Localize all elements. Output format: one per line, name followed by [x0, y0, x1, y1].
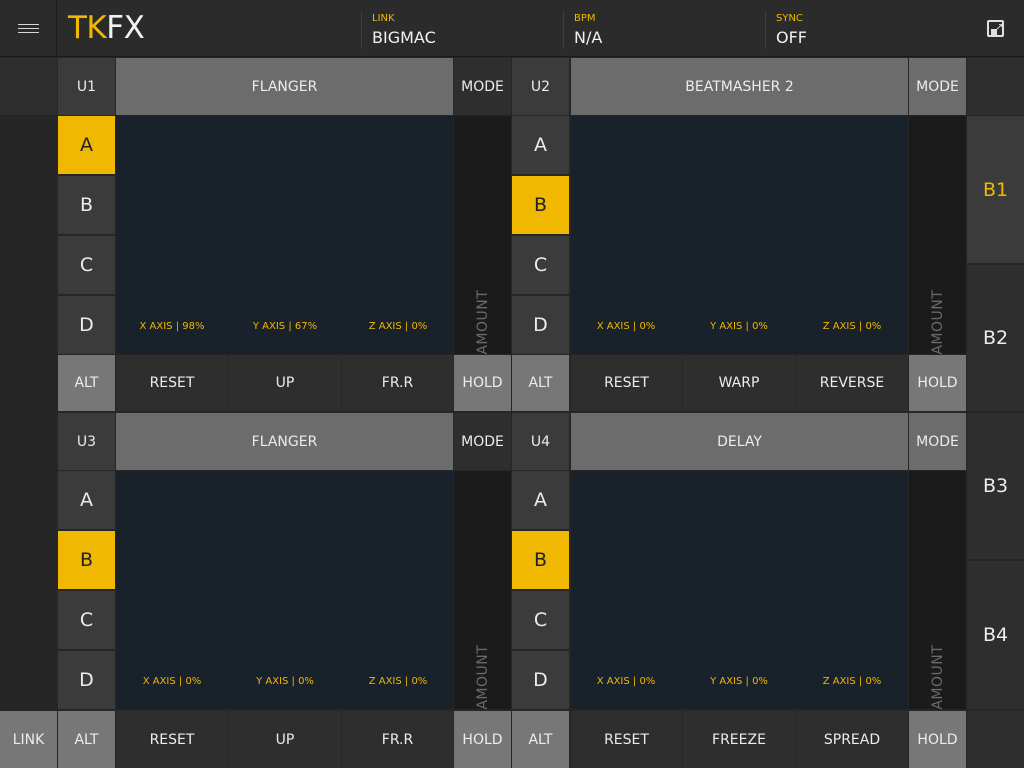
effect-name-button[interactable]: BEATMASHER 2	[571, 58, 908, 115]
slot-b-button[interactable]: B	[58, 176, 115, 234]
menu-button[interactable]	[0, 0, 57, 57]
button-3[interactable]: SPREAD	[796, 711, 908, 768]
button-2[interactable]: UP	[229, 355, 341, 411]
x-axis-readout: X AXIS | 0%	[596, 676, 656, 687]
link-button[interactable]: LINK	[0, 711, 57, 768]
bank-b1-button[interactable]: B1	[967, 116, 1024, 263]
bank-b3-button[interactable]: B3	[967, 413, 1024, 559]
sync-status: SYNC OFF	[765, 11, 965, 49]
mode-button[interactable]: MODE	[454, 58, 511, 115]
slot-b-button[interactable]: B	[512, 176, 569, 234]
hold-button[interactable]: HOLD	[454, 355, 511, 411]
fullscreen-icon: ↗	[987, 20, 1004, 37]
alt-button[interactable]: ALT	[58, 355, 115, 411]
slot-d-button[interactable]: D	[58, 651, 115, 709]
reset-button[interactable]: RESET	[571, 355, 682, 411]
button-2[interactable]: UP	[229, 711, 341, 768]
button-2[interactable]: FREEZE	[683, 711, 795, 768]
mode-button[interactable]: MODE	[909, 58, 966, 115]
button-3[interactable]: REVERSE	[796, 355, 908, 411]
left-column	[0, 116, 57, 710]
effect-name-button[interactable]: FLANGER	[116, 58, 453, 115]
bottom-right-spacer	[967, 711, 1024, 768]
hold-button[interactable]: HOLD	[909, 355, 966, 411]
slot-d-button[interactable]: D	[512, 296, 569, 354]
slot-a-button[interactable]: A	[512, 471, 569, 529]
alt-button[interactable]: ALT	[512, 355, 569, 411]
y-axis-readout: Y AXIS | 67%	[252, 321, 318, 332]
mode-button[interactable]: MODE	[454, 413, 511, 470]
z-axis-readout: Z AXIS | 0%	[368, 676, 428, 687]
bpm-status: BPM N/A	[563, 11, 763, 49]
slot-c-button[interactable]: C	[512, 236, 569, 294]
right-spacer	[967, 58, 1024, 115]
reset-button[interactable]: RESET	[571, 711, 682, 768]
effect-name-button[interactable]: DELAY	[571, 413, 908, 470]
z-axis-readout: Z AXIS | 0%	[822, 676, 882, 687]
y-axis-readout: Y AXIS | 0%	[256, 676, 314, 687]
left-spacer	[0, 58, 57, 115]
slot-c-button[interactable]: C	[58, 591, 115, 649]
link-status: LINK BIGMAC	[361, 11, 561, 49]
button-3[interactable]: FR.R	[342, 711, 453, 768]
alt-button[interactable]: ALT	[512, 711, 569, 768]
bank-b4-button[interactable]: B4	[967, 561, 1024, 709]
xy-pad[interactable]: X AXIS | 0% Y AXIS | 0% Z AXIS | 0%	[571, 471, 908, 709]
fullscreen-button[interactable]: ↗	[967, 0, 1024, 57]
unit-id-label: U2	[512, 58, 569, 115]
reset-button[interactable]: RESET	[116, 355, 228, 411]
z-axis-readout: Z AXIS | 0%	[822, 321, 882, 332]
hold-button[interactable]: HOLD	[454, 711, 511, 768]
xy-pad[interactable]: X AXIS | 98% Y AXIS | 67% Z AXIS | 0%	[116, 116, 453, 354]
slot-a-button[interactable]: A	[58, 471, 115, 529]
fx-amount-slider[interactable]: FX AMOUNT	[909, 471, 966, 733]
button-2[interactable]: WARP	[683, 355, 795, 411]
fx-amount-slider[interactable]: FX AMOUNT	[454, 471, 511, 733]
y-axis-readout: Y AXIS | 0%	[710, 321, 768, 332]
x-axis-readout: X AXIS | 0%	[142, 676, 202, 687]
unit-id-label: U1	[58, 58, 115, 115]
slot-c-button[interactable]: C	[512, 591, 569, 649]
xy-pad[interactable]: X AXIS | 0% Y AXIS | 0% Z AXIS | 0%	[116, 471, 453, 709]
reset-button[interactable]: RESET	[116, 711, 228, 768]
slot-d-button[interactable]: D	[512, 651, 569, 709]
slot-c-button[interactable]: C	[58, 236, 115, 294]
slot-b-button[interactable]: B	[58, 531, 115, 589]
z-axis-readout: Z AXIS | 0%	[368, 321, 428, 332]
xy-pad[interactable]: X AXIS | 0% Y AXIS | 0% Z AXIS | 0%	[571, 116, 908, 354]
x-axis-readout: X AXIS | 0%	[596, 321, 656, 332]
app-logo: TKFX	[68, 10, 145, 46]
x-axis-readout: X AXIS | 98%	[139, 321, 205, 332]
slot-a-button[interactable]: A	[58, 116, 115, 174]
effect-name-button[interactable]: FLANGER	[116, 413, 453, 470]
y-axis-readout: Y AXIS | 0%	[710, 676, 768, 687]
fx-amount-slider[interactable]: FX AMOUNT	[454, 116, 511, 378]
unit-id-label: U3	[58, 413, 115, 470]
mode-button[interactable]: MODE	[909, 413, 966, 470]
alt-button[interactable]: ALT	[58, 711, 115, 768]
bank-b2-button[interactable]: B2	[967, 265, 1024, 411]
hold-button[interactable]: HOLD	[909, 711, 966, 768]
top-bar: TKFX LINK BIGMAC BPM N/A SYNC OFF ↗	[0, 0, 1024, 57]
slot-d-button[interactable]: D	[58, 296, 115, 354]
slot-b-button[interactable]: B	[512, 531, 569, 589]
slot-a-button[interactable]: A	[512, 116, 569, 174]
button-3[interactable]: FR.R	[342, 355, 453, 411]
unit-id-label: U4	[512, 413, 569, 470]
fx-amount-slider[interactable]: FX AMOUNT	[909, 116, 966, 378]
